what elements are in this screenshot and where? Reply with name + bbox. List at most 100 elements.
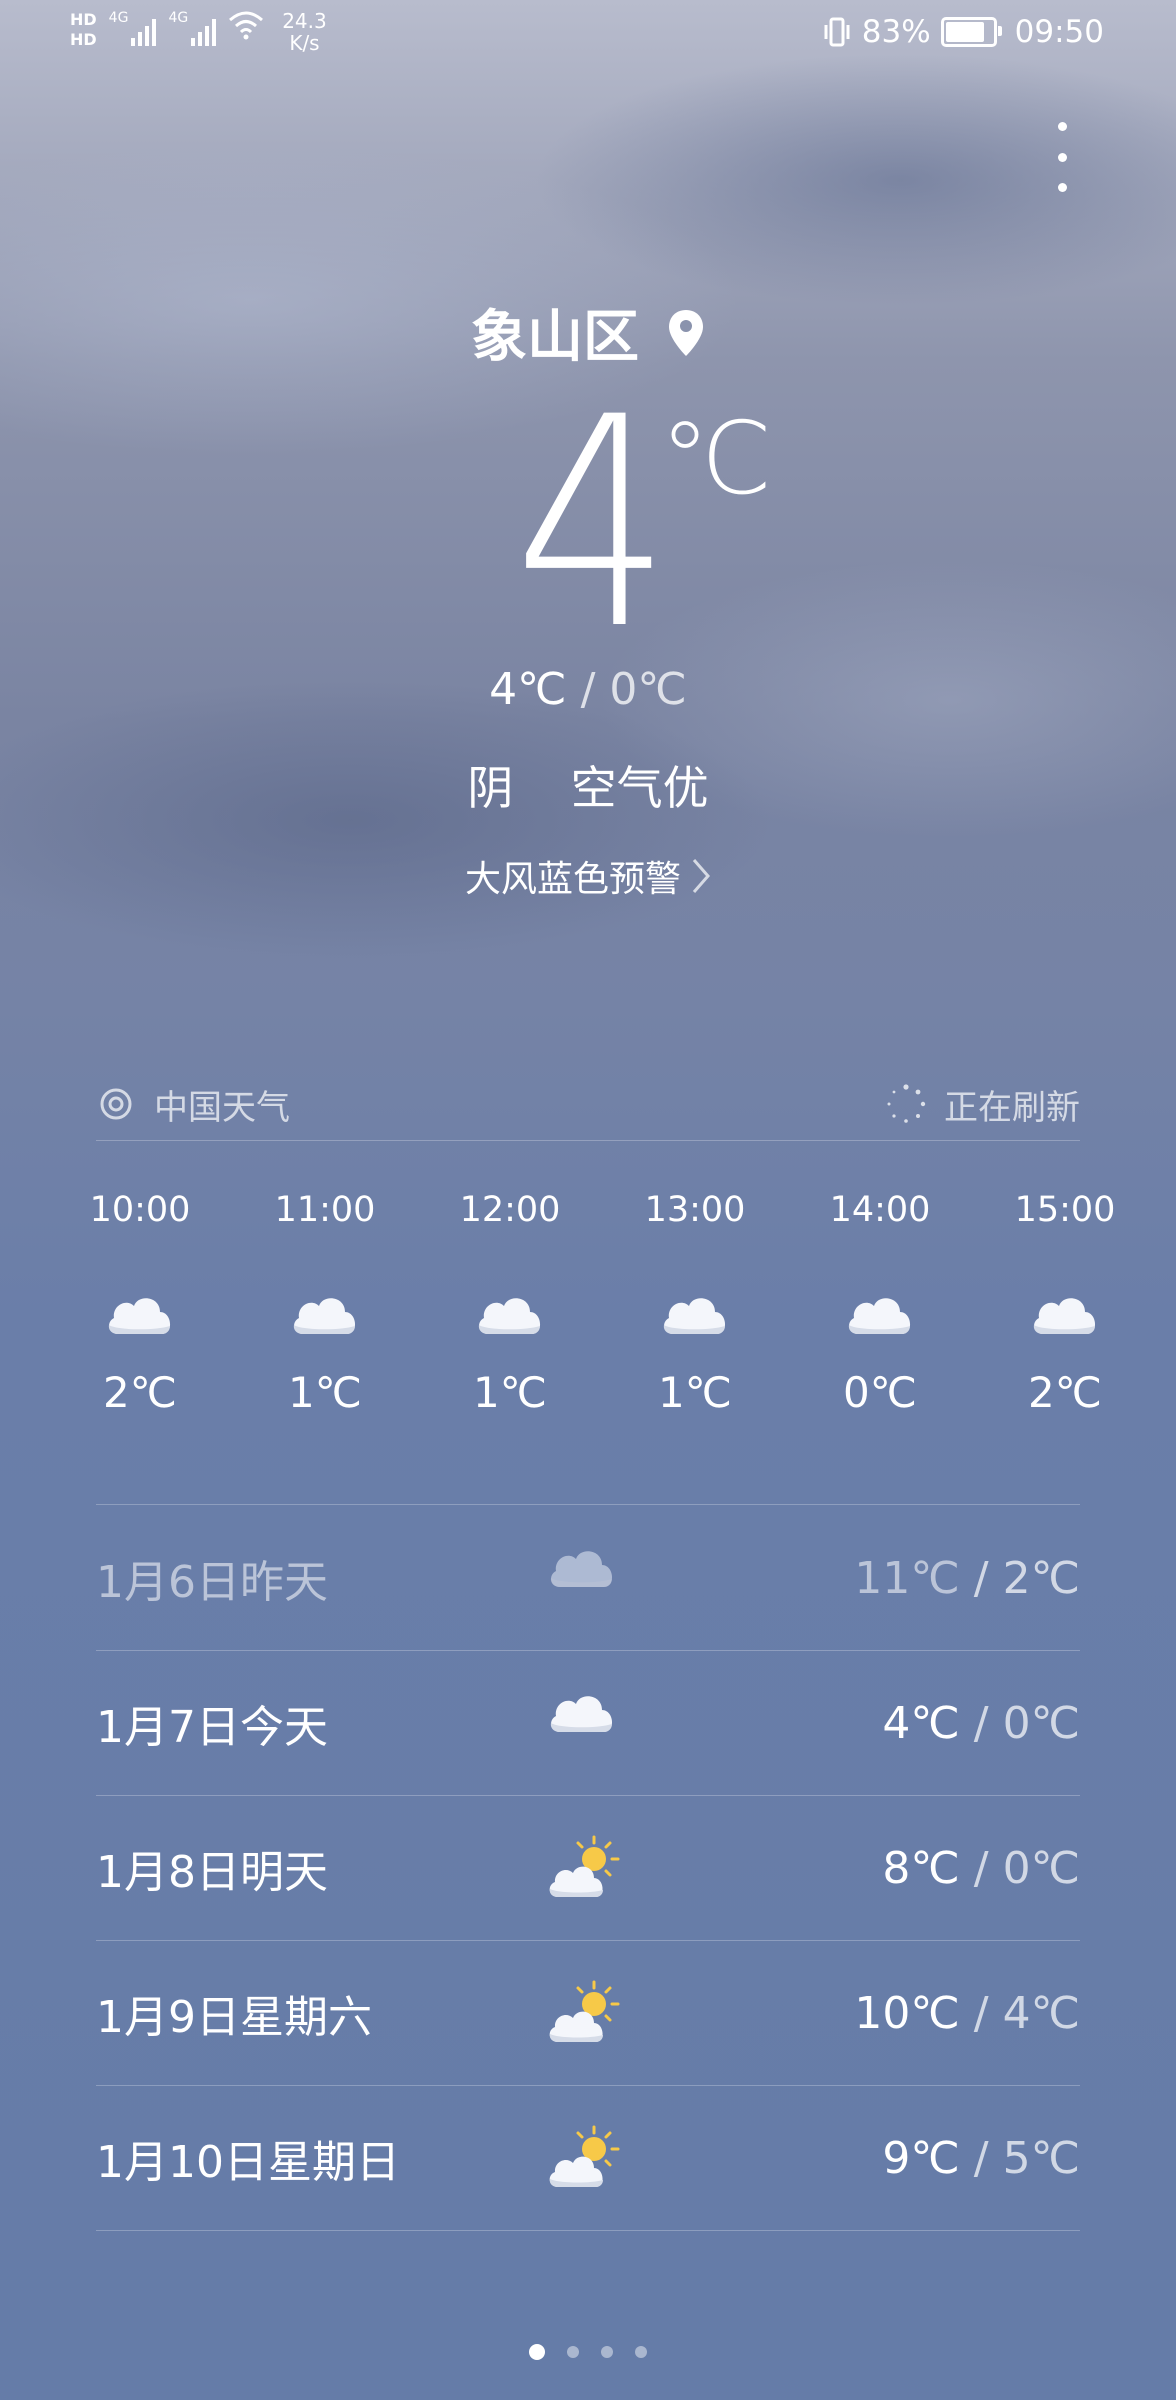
day-sep: / <box>959 1697 1003 1749</box>
hour-temp: 0℃ <box>843 1368 917 1417</box>
day-temps: 10℃ / 4℃ <box>646 1988 1080 2039</box>
hourly-item: 10:00 2℃ <box>80 1190 200 1417</box>
vibrate-icon <box>824 17 850 47</box>
hour-icon <box>844 1290 916 1340</box>
page-dot[interactable] <box>601 2346 613 2358</box>
day-high: 9℃ <box>882 2132 960 2184</box>
condition-text: 阴 空气优 <box>467 761 709 815</box>
hd-badge-1: HD <box>70 10 97 29</box>
day-temps: 11℃ / 2℃ <box>646 1553 1080 1604</box>
day-high: 8℃ <box>882 1842 960 1894</box>
today-range: 4℃ / 0℃ <box>0 664 1176 715</box>
hourly-item: 15:00 2℃ <box>1005 1190 1125 1417</box>
signal-1: 4G <box>109 10 157 46</box>
refresh-spinner-icon <box>887 1084 926 1123</box>
partly-sunny-icon <box>549 1980 620 2042</box>
signal-bars-icon <box>191 10 217 46</box>
page-dot[interactable] <box>529 2344 545 2360</box>
hour-time: 11:00 <box>274 1190 376 1230</box>
provider[interactable]: 中国天气 <box>96 1080 290 1129</box>
cloud-icon <box>478 1298 541 1334</box>
cloud-icon <box>663 1298 726 1334</box>
day-date: 1月7日今天 <box>96 1702 328 1753</box>
daily-row[interactable]: 1月7日今天 4℃ / 0℃ <box>96 1651 1080 1795</box>
daily-row[interactable]: 1月6日昨天 11℃ / 2℃ <box>96 1506 1080 1650</box>
provider-name: 中国天气 <box>154 1087 290 1128</box>
day-date: 1月9日星期六 <box>96 1992 372 2043</box>
status-bar: HD HD 4G 4G 24.3 K/s 83% 09:50 <box>0 0 1176 70</box>
day-date: 1月8日明天 <box>96 1847 328 1898</box>
hour-time: 13:00 <box>644 1190 746 1230</box>
hour-time: 15:00 <box>1014 1190 1116 1230</box>
hour-temp: 1℃ <box>473 1368 547 1417</box>
day-icon <box>546 1978 646 2048</box>
temp-unit: ℃ <box>660 400 773 517</box>
signal-2: 4G <box>168 10 217 46</box>
refresh-text: 正在刷新 <box>944 1087 1080 1128</box>
hourly-item: 12:00 1℃ <box>450 1190 570 1417</box>
cloud-icon <box>1033 1298 1096 1334</box>
refresh-status[interactable]: 正在刷新 <box>886 1080 1080 1129</box>
hourly-item: 14:00 0℃ <box>820 1190 940 1417</box>
day-low: 5℃ <box>1002 2132 1080 2184</box>
day-icon <box>546 2123 646 2193</box>
day-temps: 9℃ / 5℃ <box>646 2133 1080 2184</box>
hourly-item: 13:00 1℃ <box>635 1190 755 1417</box>
cloud-icon <box>550 1551 613 1587</box>
divider <box>96 1504 1080 1505</box>
cloud-icon <box>108 1298 171 1334</box>
day-icon <box>546 1833 646 1903</box>
hour-time: 14:00 <box>829 1190 931 1230</box>
temp-value: 4 <box>513 356 671 693</box>
location-pin-icon <box>669 309 703 356</box>
hour-icon <box>474 1290 546 1340</box>
network-speed: 24.3 K/s <box>282 9 327 55</box>
daily-row[interactable]: 1月8日明天 8℃ / 0℃ <box>96 1796 1080 1940</box>
hour-time: 12:00 <box>459 1190 561 1230</box>
hour-temp: 2℃ <box>103 1368 177 1417</box>
dot-icon <box>1057 152 1067 162</box>
day-sep: / <box>959 1552 1003 1604</box>
status-left: HD HD 4G 4G 24.3 K/s <box>70 10 327 54</box>
partly-sunny-icon <box>549 2125 620 2187</box>
page-dot[interactable] <box>635 2346 647 2358</box>
current-temperature: 4 ℃ <box>0 380 1176 670</box>
day-date: 1月10日星期日 <box>96 2137 400 2188</box>
day-sep: / <box>959 2132 1003 2184</box>
hour-temp: 2℃ <box>1028 1368 1102 1417</box>
day-date: 1月6日昨天 <box>96 1557 328 1608</box>
signal-bars-icon <box>131 10 157 46</box>
day-low: 0℃ <box>1002 1842 1080 1894</box>
battery-icon <box>940 17 1002 47</box>
day-icon <box>546 1688 646 1758</box>
china-weather-logo-icon <box>100 1088 132 1120</box>
page-dot[interactable] <box>567 2346 579 2358</box>
partly-sunny-icon <box>549 1835 620 1897</box>
page-indicator[interactable] <box>0 2344 1176 2360</box>
hd-badge-2: HD <box>70 30 97 49</box>
day-low: 0℃ <box>1002 1697 1080 1749</box>
dot-icon <box>1057 183 1067 192</box>
today-high: 4℃ <box>489 664 567 715</box>
day-low: 2℃ <box>1002 1552 1080 1604</box>
cloud-icon <box>293 1298 356 1334</box>
daily-row[interactable]: 1月9日星期六 10℃ / 4℃ <box>96 1941 1080 2085</box>
source-bar: 中国天气 正在刷新 <box>96 1068 1080 1141</box>
day-high: 11℃ <box>854 1552 960 1604</box>
day-low: 4℃ <box>1002 1987 1080 2039</box>
weather-alert-link[interactable]: 大风蓝色预警 <box>0 850 1176 902</box>
hour-icon <box>104 1290 176 1340</box>
hour-icon <box>289 1290 361 1340</box>
hour-icon <box>1029 1290 1101 1340</box>
battery-percent: 83% <box>861 14 931 50</box>
more-options-button[interactable] <box>1052 122 1072 192</box>
day-temps: 4℃ / 0℃ <box>646 1698 1080 1749</box>
hour-icon <box>659 1290 731 1340</box>
day-temps: 8℃ / 0℃ <box>646 1843 1080 1894</box>
day-icon <box>546 1543 646 1613</box>
hourly-item: 11:00 1℃ <box>265 1190 385 1417</box>
status-right: 83% 09:50 <box>822 14 1104 50</box>
today-low: 0℃ <box>609 664 687 715</box>
day-sep: / <box>959 1987 1003 2039</box>
daily-row[interactable]: 1月10日星期日 9℃ / 5℃ <box>96 2086 1080 2230</box>
